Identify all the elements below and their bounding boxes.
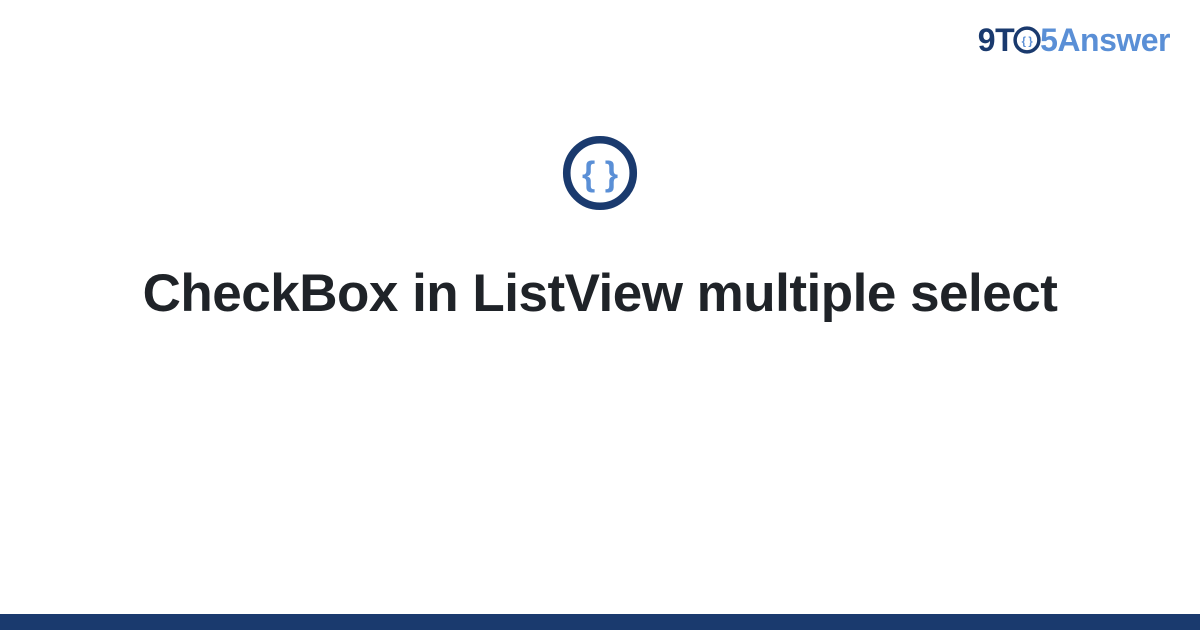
brand-logo: 9T { } 5Answer [978,22,1170,59]
page-title: CheckBox in ListView multiple select [143,261,1058,327]
svg-text:{ }: { } [1022,36,1034,48]
brand-part-9t: 9T [978,22,1014,58]
svg-text:{ }: { } [582,155,618,193]
footer-bar [0,614,1200,630]
brand-o-icon: { } [1013,26,1041,54]
code-braces-icon: { } [562,135,638,211]
brand-part-5answer: 5Answer [1040,22,1170,58]
center-content: { } CheckBox in ListView multiple select [0,135,1200,327]
